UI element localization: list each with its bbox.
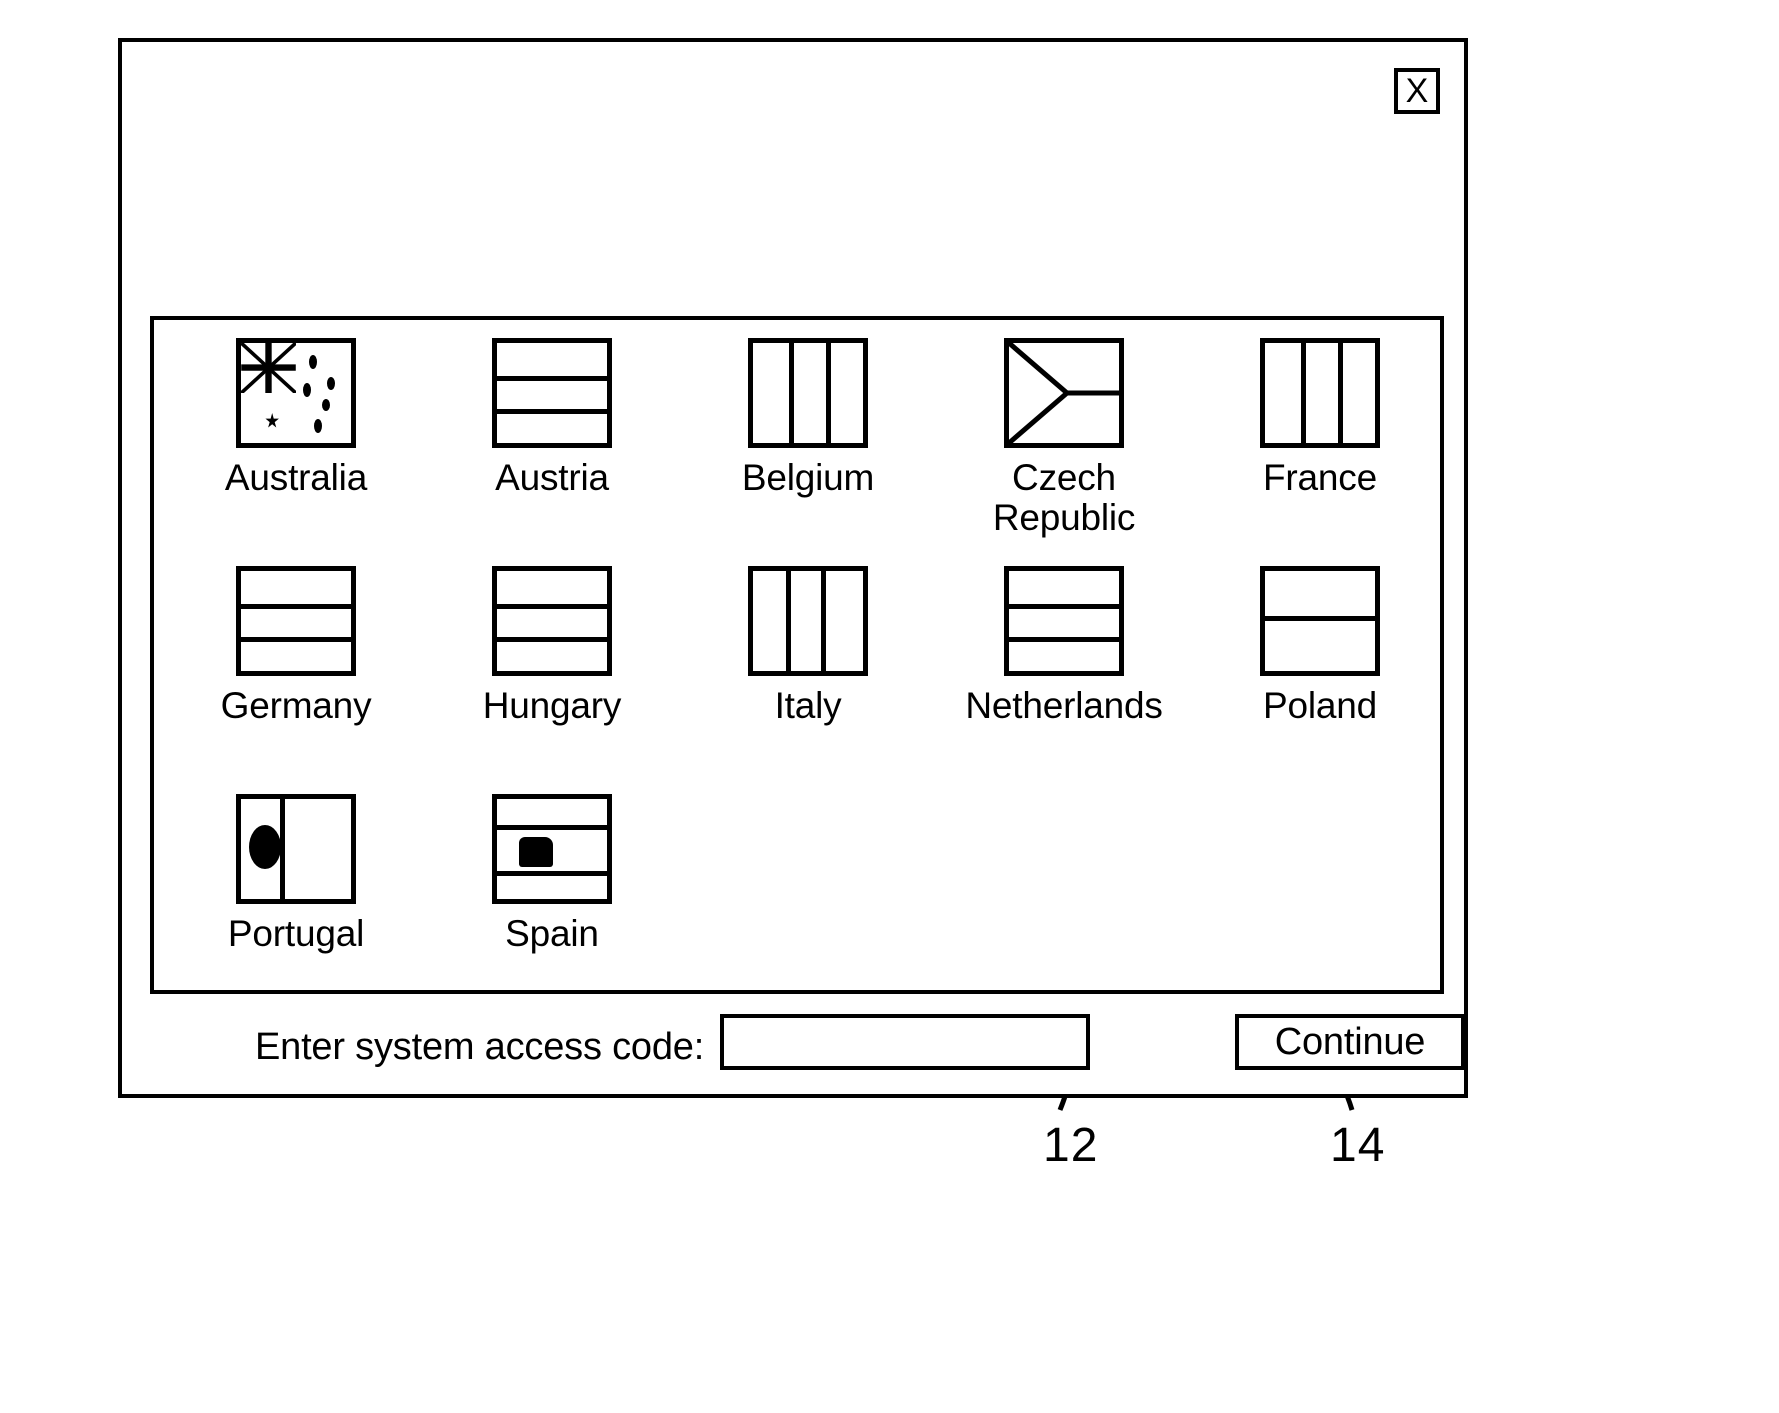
reference-numeral-12: 12 bbox=[1043, 1119, 1099, 1172]
flag-stripe bbox=[1009, 637, 1119, 642]
flag-icon-italy bbox=[748, 566, 868, 676]
flag-icon-belgium bbox=[748, 338, 868, 448]
flag-option-netherlands[interactable]: Netherlands bbox=[950, 566, 1178, 726]
flag-label: Poland bbox=[1262, 685, 1377, 726]
flag-row: Portugal Spain bbox=[154, 794, 1440, 1022]
star-icon bbox=[309, 355, 318, 369]
flag-stripe bbox=[1301, 343, 1307, 443]
flag-icon-australia bbox=[236, 338, 356, 448]
flag-selection-panel: Australia Austria Belgium Czech Republic… bbox=[150, 316, 1444, 994]
flag-label: Czech Republic bbox=[992, 457, 1136, 538]
flag-option-czech-republic[interactable]: Czech Republic bbox=[950, 338, 1178, 537]
flag-stripe bbox=[241, 637, 351, 642]
flag-option-italy[interactable]: Italy bbox=[694, 566, 922, 726]
access-code-label: Enter system access code: bbox=[255, 1026, 705, 1068]
close-icon[interactable]: X bbox=[1394, 68, 1440, 114]
flag-stripe bbox=[1337, 343, 1343, 443]
flag-icon-germany bbox=[236, 566, 356, 676]
flag-icon-hungary bbox=[492, 566, 612, 676]
flag-stripe bbox=[789, 343, 795, 443]
flag-option-belgium[interactable]: Belgium bbox=[694, 338, 922, 498]
star-icon bbox=[326, 377, 335, 390]
flag-label: France bbox=[1263, 457, 1377, 498]
flag-row: Australia Austria Belgium Czech Republic… bbox=[154, 338, 1440, 566]
flag-label: Hungary bbox=[482, 685, 622, 726]
flag-label: Belgium bbox=[741, 457, 875, 498]
star-icon bbox=[322, 399, 331, 411]
flag-option-australia[interactable]: Australia bbox=[182, 338, 410, 498]
flag-stripe bbox=[497, 871, 607, 876]
flag-stripe bbox=[497, 604, 607, 609]
bottom-control-bar: Enter system access code: Continue bbox=[150, 1014, 1465, 1086]
flag-label: Spain bbox=[505, 913, 599, 954]
flag-row: Germany Hungary Italy Netherlands Poland bbox=[154, 566, 1440, 794]
flag-label: Portugal bbox=[227, 913, 365, 954]
flag-stripe bbox=[497, 409, 607, 414]
flag-stripe bbox=[825, 343, 831, 443]
flag-label: Italy bbox=[774, 685, 842, 726]
flag-stripe bbox=[497, 637, 607, 642]
flag-option-poland[interactable]: Poland bbox=[1206, 566, 1434, 726]
flag-option-spain[interactable]: Spain bbox=[438, 794, 666, 954]
flag-icon-spain bbox=[492, 794, 612, 904]
star-icon bbox=[302, 383, 311, 397]
triangle-hoist-icon bbox=[1009, 343, 1119, 443]
flag-option-portugal[interactable]: Portugal bbox=[182, 794, 410, 954]
flag-stripe bbox=[786, 571, 791, 671]
device-screen: X Australia Austria Belgium Czech Republ… bbox=[118, 38, 1468, 1098]
flag-icon-austria bbox=[492, 338, 612, 448]
flag-icon-czech-republic bbox=[1004, 338, 1124, 448]
flag-option-france[interactable]: France bbox=[1206, 338, 1434, 498]
flag-stripe bbox=[497, 825, 607, 830]
flag-label: Austria bbox=[495, 457, 609, 498]
flag-label: Australia bbox=[224, 457, 368, 498]
reference-numeral-14: 14 bbox=[1330, 1119, 1386, 1172]
flag-icon-poland bbox=[1260, 566, 1380, 676]
flag-stripe bbox=[1265, 616, 1375, 621]
flag-stripe bbox=[1009, 604, 1119, 609]
flag-stripe bbox=[497, 376, 607, 381]
flag-icon-netherlands bbox=[1004, 566, 1124, 676]
flag-option-austria[interactable]: Austria bbox=[438, 338, 666, 498]
continue-button[interactable]: Continue bbox=[1235, 1014, 1465, 1070]
flag-label: Netherlands bbox=[965, 685, 1163, 726]
flag-stripe bbox=[821, 571, 827, 671]
flag-stripe bbox=[241, 604, 351, 609]
union-jack-icon bbox=[241, 343, 296, 393]
access-code-input[interactable] bbox=[720, 1014, 1090, 1070]
star-icon bbox=[313, 419, 322, 433]
flag-option-hungary[interactable]: Hungary bbox=[438, 566, 666, 726]
coat-of-arms-icon bbox=[519, 837, 553, 867]
flag-label: Germany bbox=[220, 685, 372, 726]
armillary-sphere-icon bbox=[249, 825, 282, 869]
flag-icon-france bbox=[1260, 338, 1380, 448]
flag-option-germany[interactable]: Germany bbox=[182, 566, 410, 726]
star-icon bbox=[265, 413, 279, 428]
flag-grid: Australia Austria Belgium Czech Republic… bbox=[154, 320, 1440, 1022]
flag-icon-portugal bbox=[236, 794, 356, 904]
